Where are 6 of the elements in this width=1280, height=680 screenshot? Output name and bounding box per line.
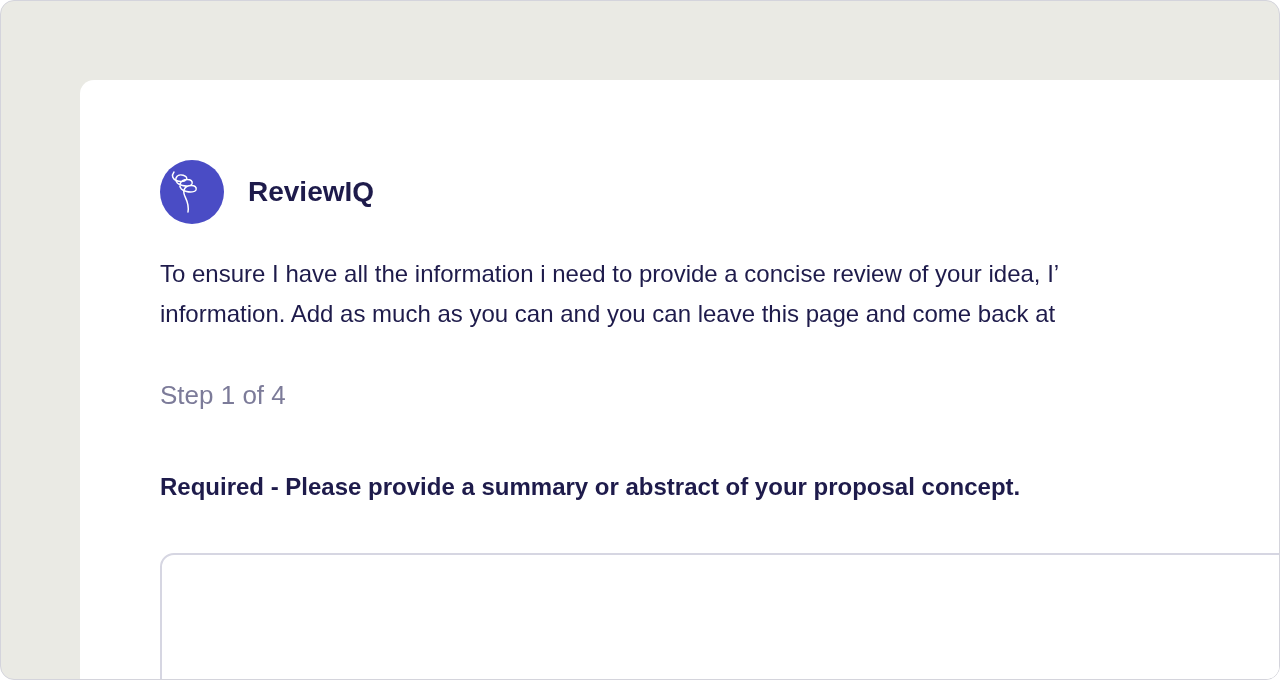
question-label: Required - Please provide a summary or abstract of your proposal concept. (160, 473, 1021, 501)
intro-text-line: information. Add as much as you can and you can leave this page and come back at (160, 299, 1056, 329)
brand-name: ReviewIQ (248, 176, 375, 208)
intro-text-line: To ensure I have all the information i need to provide a concise review of your idea, I’ (160, 259, 1060, 289)
step-indicator: Step 1 of 4 (160, 380, 287, 411)
logo-icon (160, 160, 224, 224)
